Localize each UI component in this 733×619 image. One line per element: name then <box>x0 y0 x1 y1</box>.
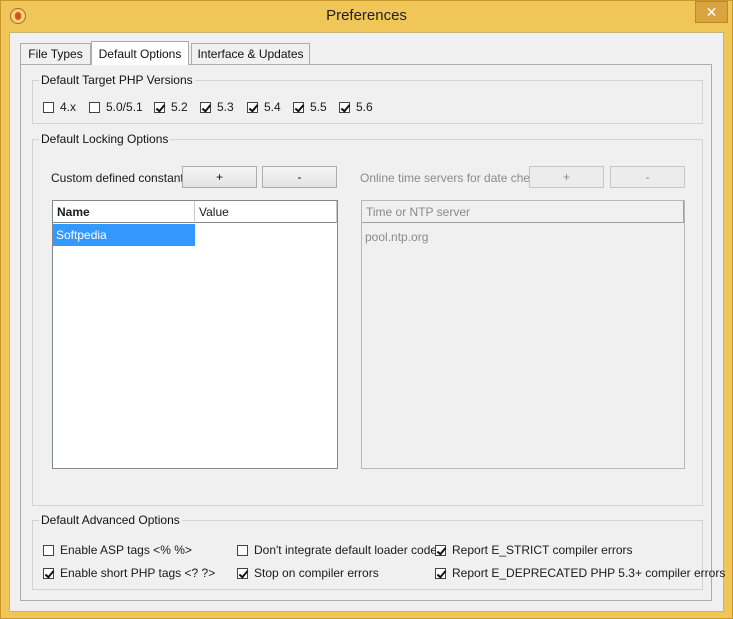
table-row[interactable]: Softpedia <box>53 224 195 246</box>
time-servers-list[interactable]: Time or NTP server pool.ntp.org <box>361 200 685 469</box>
checkbox-label: 5.4 <box>264 100 281 114</box>
column-header-name[interactable]: Name <box>53 201 195 223</box>
checkbox-box[interactable] <box>89 101 100 113</box>
button-label: - <box>297 170 302 184</box>
checkbox-box[interactable] <box>247 101 258 113</box>
checkbox-label: Report E_STRICT compiler errors <box>452 543 633 557</box>
column-header-value[interactable]: Value <box>195 201 337 223</box>
column-header-label: Name <box>57 204 90 219</box>
tab-label: Interface & Updates <box>197 47 304 61</box>
checkbox-label: Stop on compiler errors <box>254 566 379 580</box>
remove-constant-button[interactable]: - <box>262 166 337 188</box>
tab-file-types[interactable]: File Types <box>20 43 91 64</box>
enable-asp-tags-checkbox[interactable]: Enable ASP tags <% %> <box>43 543 192 557</box>
checkbox-label: Don't integrate default loader code <box>254 543 438 557</box>
checkbox-label: Report E_DEPRECATED PHP 5.3+ compiler er… <box>452 566 726 580</box>
checkbox-box[interactable] <box>154 101 165 113</box>
php-version-checkbox[interactable]: 5.5 <box>293 100 327 114</box>
close-icon: ✕ <box>705 4 718 20</box>
checkbox-box[interactable] <box>43 567 54 579</box>
cell-name: Softpedia <box>56 228 107 242</box>
php-versions-group: Default Target PHP Versions 4.x 5.0/5.1 … <box>32 73 703 124</box>
php-version-checkbox[interactable]: 5.2 <box>154 100 188 114</box>
column-header-time-server[interactable]: Time or NTP server <box>362 201 684 223</box>
dialog-body: File Types Default Options Interface & U… <box>9 32 725 612</box>
checkbox-box[interactable] <box>435 544 446 556</box>
advanced-options-group: Default Advanced Options Enable ASP tags… <box>32 513 725 590</box>
checkbox-label: 5.5 <box>310 100 327 114</box>
button-label: + <box>215 170 223 184</box>
checkbox-label: Enable ASP tags <% %> <box>60 543 192 557</box>
add-constant-button[interactable]: + <box>182 166 257 188</box>
report-e-strict-checkbox[interactable]: Report E_STRICT compiler errors <box>435 543 633 557</box>
tab-interface-updates[interactable]: Interface & Updates <box>191 43 310 64</box>
title-bar[interactable]: Preferences ✕ <box>1 1 732 32</box>
list-item[interactable]: pool.ntp.org <box>362 226 684 248</box>
tab-label: File Types <box>28 47 83 61</box>
time-servers-label: Online time servers for date check <box>360 171 543 185</box>
checkbox-box[interactable] <box>43 101 54 113</box>
add-time-server-button[interactable]: + <box>529 166 604 188</box>
default-options-panel: Default Target PHP Versions 4.x 5.0/5.1 … <box>20 64 725 601</box>
remove-time-server-button[interactable]: - <box>610 166 685 188</box>
close-button[interactable]: ✕ <box>695 1 728 23</box>
php-version-checkbox[interactable]: 4.x <box>43 100 76 114</box>
checkbox-box[interactable] <box>293 101 304 113</box>
locking-options-group: Default Locking Options Custom defined c… <box>32 132 703 506</box>
php-version-checkbox[interactable]: 5.6 <box>339 100 373 114</box>
enable-short-php-tags-checkbox[interactable]: Enable short PHP tags <? ?> <box>43 566 215 580</box>
column-header-label: Value <box>199 204 229 219</box>
checkbox-box[interactable] <box>43 544 54 556</box>
checkbox-label: 4.x <box>60 100 77 114</box>
tab-default-options[interactable]: Default Options <box>91 41 189 65</box>
group-label: Default Target PHP Versions <box>39 73 195 87</box>
group-label: Default Advanced Options <box>39 513 182 527</box>
checkbox-label: 5.6 <box>356 100 373 114</box>
checkbox-box[interactable] <box>237 544 248 556</box>
php-version-checkbox[interactable]: 5.0/5.1 <box>89 100 143 114</box>
table-cell-value[interactable] <box>195 224 337 246</box>
tab-label: Default Options <box>98 46 182 61</box>
checkbox-label: 5.2 <box>171 100 188 114</box>
checkbox-box[interactable] <box>237 567 248 579</box>
stop-on-compiler-errors-checkbox[interactable]: Stop on compiler errors <box>237 566 379 580</box>
report-e-deprecated-checkbox[interactable]: Report E_DEPRECATED PHP 5.3+ compiler er… <box>435 566 725 580</box>
checkbox-box[interactable] <box>200 101 211 113</box>
preferences-window: Preferences ✕ File Types Default Options… <box>0 0 733 619</box>
constants-list[interactable]: Name Value Softpedia <box>52 200 338 469</box>
php-version-checkbox[interactable]: 5.4 <box>247 100 281 114</box>
checkbox-label: Enable short PHP tags <? ?> <box>60 566 216 580</box>
checkbox-label: 5.0/5.1 <box>106 100 143 114</box>
button-label: - <box>645 170 650 184</box>
no-default-loader-checkbox[interactable]: Don't integrate default loader code <box>237 543 437 557</box>
checkbox-box[interactable] <box>339 101 350 113</box>
custom-constants-label: Custom defined constants <box>51 171 190 185</box>
checkbox-label: 5.3 <box>217 100 234 114</box>
window-title: Preferences <box>326 7 407 24</box>
group-label: Default Locking Options <box>39 132 171 146</box>
button-label: + <box>562 170 570 184</box>
time-server-value: pool.ntp.org <box>365 230 429 244</box>
checkbox-box[interactable] <box>435 567 446 579</box>
php-version-checkbox[interactable]: 5.3 <box>200 100 234 114</box>
column-header-label: Time or NTP server <box>366 204 471 219</box>
